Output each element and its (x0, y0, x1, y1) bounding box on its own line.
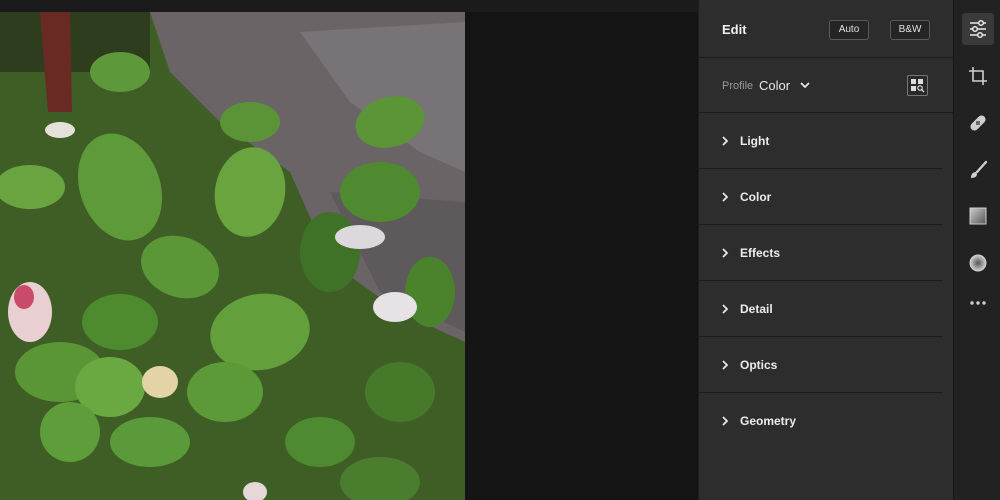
browse-profiles-button[interactable] (907, 75, 928, 96)
auto-button[interactable]: Auto (829, 20, 869, 40)
brush-icon (971, 160, 988, 178)
canvas-top-strip (0, 0, 698, 12)
section-label: Light (740, 134, 770, 148)
edit-panel-header: Edit Auto B&W (699, 0, 953, 58)
more-tools-button[interactable] (962, 287, 994, 319)
chevron-right-icon (722, 248, 729, 258)
profile-dropdown[interactable]: Color (759, 78, 790, 93)
section-label: Color (740, 190, 772, 204)
profile-row: Profile Color (699, 58, 953, 113)
healing-tool-button[interactable] (962, 107, 994, 139)
section-label: Geometry (740, 414, 797, 428)
section-effects[interactable]: Effects (699, 225, 943, 281)
black-and-white-button[interactable]: B&W (890, 20, 930, 40)
chevron-right-icon (722, 416, 729, 426)
chevron-right-icon (722, 136, 729, 146)
section-optics[interactable]: Optics (699, 337, 943, 393)
chevron-right-icon (722, 192, 729, 202)
brush-tool-button[interactable] (962, 154, 994, 186)
image-canvas (0, 0, 698, 500)
section-geometry[interactable]: Geometry (699, 393, 943, 448)
linear-gradient-tool-button[interactable] (962, 200, 994, 232)
edit-sliders-icon (970, 19, 986, 39)
edit-panel: Edit Auto B&W Profile Color Light Color … (698, 0, 953, 500)
section-label: Optics (740, 358, 778, 372)
section-label: Detail (740, 302, 773, 316)
edit-tool-button[interactable] (962, 13, 994, 45)
crop-icon (969, 67, 987, 85)
edit-panel-title: Edit (722, 22, 747, 37)
chevron-right-icon (722, 360, 729, 370)
more-icon (970, 301, 986, 305)
section-detail[interactable]: Detail (699, 281, 943, 337)
section-label: Effects (740, 246, 781, 260)
profile-label: Profile (722, 80, 754, 92)
chevron-down-icon[interactable] (799, 79, 811, 91)
chevron-right-icon (722, 304, 729, 314)
photo-image (0, 12, 465, 500)
linear-gradient-icon (969, 207, 987, 225)
section-color[interactable]: Color (699, 169, 943, 225)
profile-browser-icon (911, 79, 925, 93)
radial-gradient-icon (969, 254, 987, 272)
radial-gradient-tool-button[interactable] (962, 247, 994, 279)
photo-preview[interactable] (0, 12, 465, 500)
crop-tool-button[interactable] (962, 60, 994, 92)
healing-bandage-icon (970, 115, 986, 131)
tool-strip (953, 0, 1000, 500)
section-light[interactable]: Light (699, 113, 943, 169)
